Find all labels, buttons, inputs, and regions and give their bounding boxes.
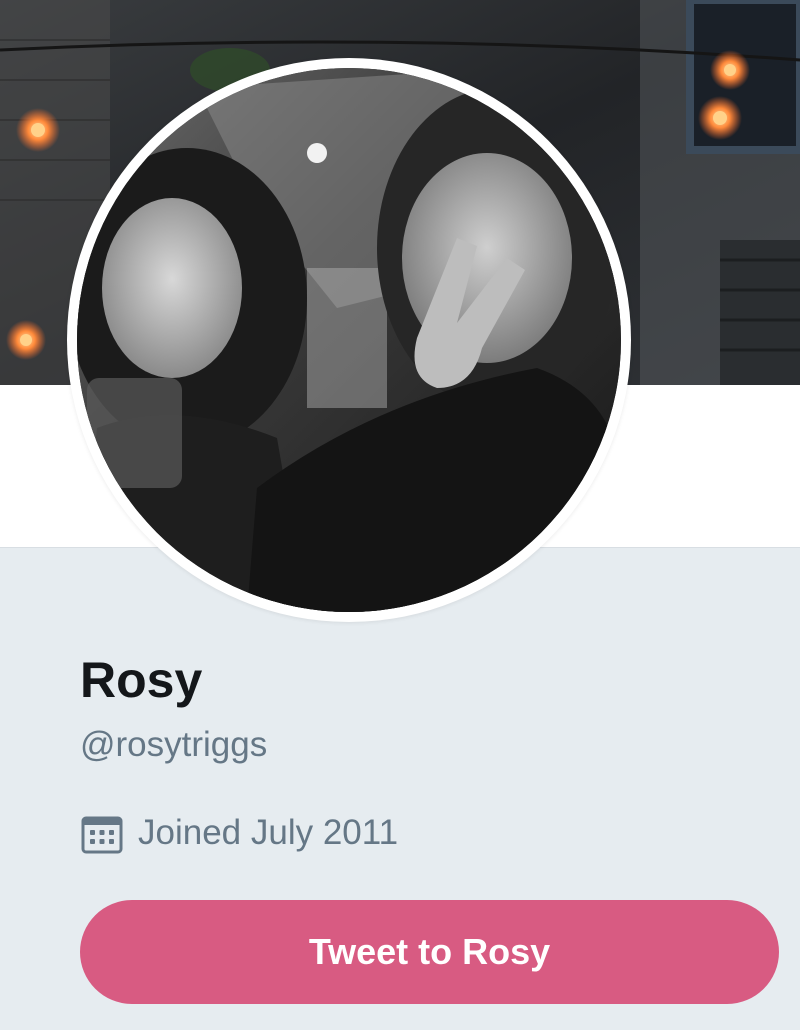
tweet-to-button[interactable]: Tweet to Rosy	[80, 900, 779, 1004]
avatar-photo	[77, 68, 621, 612]
calendar-icon	[81, 816, 123, 854]
avatar[interactable]	[77, 68, 621, 612]
profile-card: Rosy @rosytriggs Joined July 2011 Tweet …	[0, 0, 800, 1030]
profile-handle: @rosytriggs	[80, 725, 268, 764]
join-date: Joined July 2011	[80, 808, 398, 858]
join-date-text: Joined July 2011	[138, 813, 399, 852]
profile-display-name: Rosy	[80, 652, 203, 708]
